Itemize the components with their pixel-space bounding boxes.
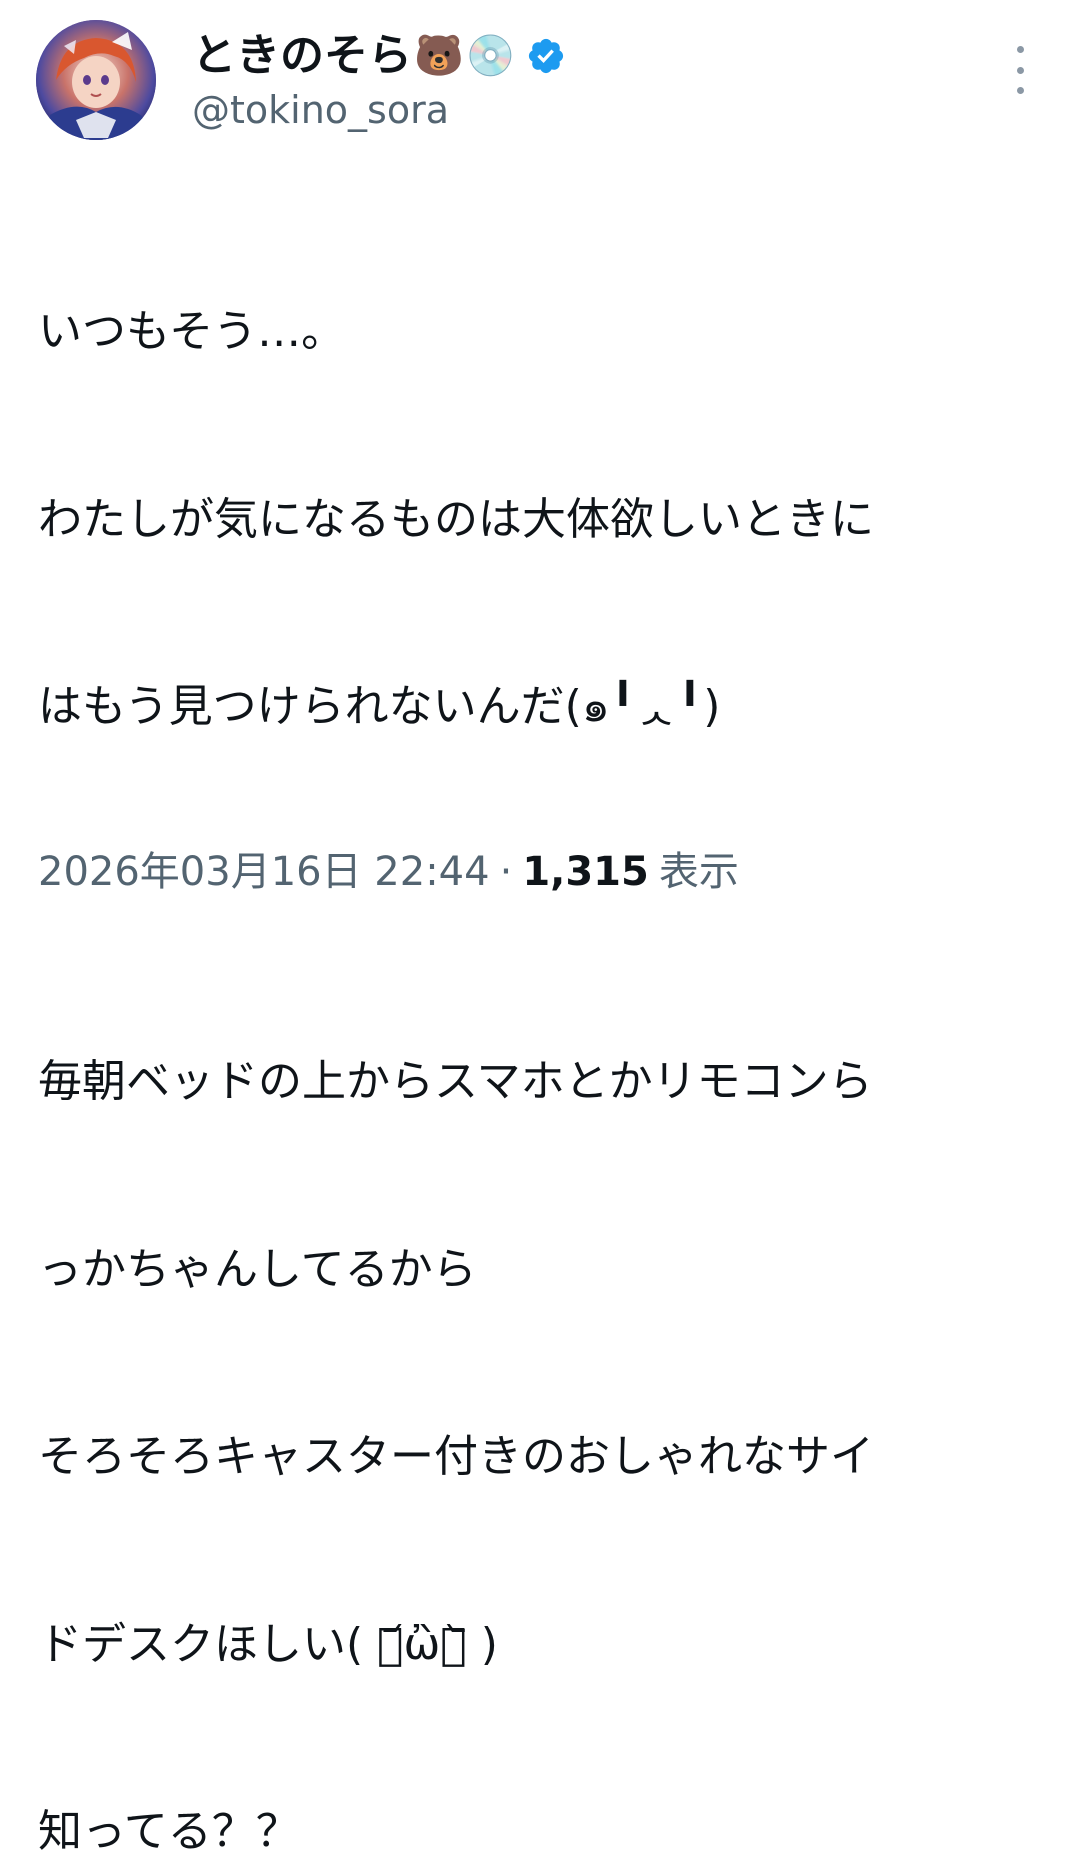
- tweet-line: ドデスクほしい( ･᷄ὢ･᷅ ): [38, 1618, 498, 1670]
- bear-emoji: 🐻: [414, 33, 464, 79]
- tweet-line: わたしが気になるものは大体欲しいときに: [38, 493, 874, 545]
- verified-badge-icon[interactable]: [526, 36, 566, 76]
- avatar-image: [36, 20, 156, 140]
- disc-emoji: 💿: [465, 33, 516, 79]
- meta-separator: ·: [499, 849, 513, 895]
- more-vertical-icon: [1016, 46, 1024, 53]
- avatar[interactable]: [36, 20, 156, 140]
- view-label: 表示: [658, 849, 739, 895]
- tweet-line: いつもそう…。: [38, 306, 346, 357]
- tweet-line: 知ってる？？: [38, 1806, 300, 1856]
- display-name[interactable]: ときのそら: [192, 34, 412, 78]
- author-name-row[interactable]: ときのそら 🐻 💿: [192, 24, 566, 88]
- more-vertical-icon-dot: [1016, 66, 1024, 74]
- timestamp[interactable]: 2026年03月16日 22:44: [38, 848, 490, 896]
- tweet-line: そろそろキャスター付きのおしゃれなサイ: [38, 1431, 874, 1482]
- tweet-line: 毎朝ベッドの上からスマホとかリモコンら: [38, 1056, 873, 1107]
- view-count[interactable]: 1,315: [522, 848, 649, 896]
- more-vertical-icon-dot: [1016, 87, 1024, 94]
- author-handle[interactable]: @tokino_sora: [192, 89, 449, 132]
- more-options-button[interactable]: [1000, 46, 1040, 94]
- tweet-meta: 2026年03月16日 22:44 · 1,315 表示: [38, 848, 739, 896]
- tweet-text: いつもそう…。 わたしが気になるものは大体欲しいときに はもう見つけられないんだ…: [38, 176, 1048, 1856]
- tweet-line: はもう見つけられないんだ(๑╹ᆺ╹): [38, 681, 721, 732]
- tweet-line: っかちゃんしてるから: [38, 1243, 477, 1295]
